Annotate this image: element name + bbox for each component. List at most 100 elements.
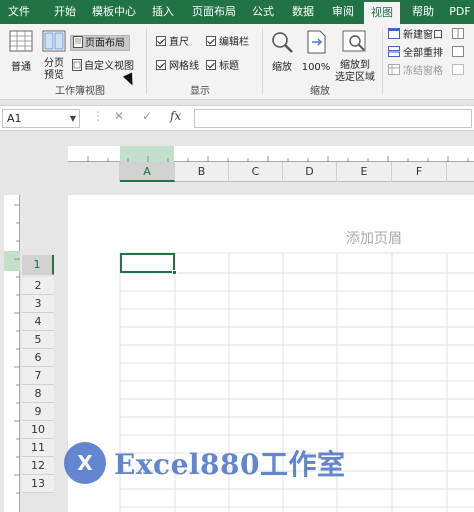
- vertical-ruler[interactable]: [4, 195, 20, 512]
- custom-views-label: 自定义视图: [84, 61, 134, 72]
- custom-views-button[interactable]: 自定义视图: [72, 59, 134, 75]
- mouse-cursor-icon: [122, 72, 138, 88]
- gridlines-label: 网格线: [169, 61, 199, 72]
- ruler-ticks: [87, 156, 469, 162]
- row-header-12[interactable]: 12: [22, 457, 54, 475]
- column-header-c[interactable]: C: [229, 162, 283, 182]
- row-header-4[interactable]: 4: [22, 313, 54, 331]
- normal-view-button[interactable]: 普通: [6, 30, 36, 74]
- formula-bar: A1 ▼ ⋮ ✕ ✓ fx: [0, 105, 474, 131]
- freeze-panes-icon: [388, 64, 400, 75]
- add-header-placeholder[interactable]: 添加页眉: [346, 228, 402, 248]
- checkbox-checked-icon: [206, 36, 216, 46]
- zoom-to-selection-button[interactable]: 缩放到 选定区域: [334, 30, 376, 84]
- name-box-value: A1: [7, 112, 22, 125]
- tab-view[interactable]: 视图: [364, 2, 400, 24]
- row-header-6[interactable]: 6: [22, 349, 54, 367]
- row-header-8[interactable]: 8: [22, 385, 54, 403]
- hide-button[interactable]: [452, 46, 474, 62]
- active-cell-a1[interactable]: [120, 253, 177, 275]
- row-header-5[interactable]: 5: [22, 331, 54, 349]
- freeze-panes-button[interactable]: 冻结窗格: [388, 64, 443, 80]
- row-header-9[interactable]: 9: [22, 403, 54, 421]
- tab-review[interactable]: 审阅: [328, 0, 358, 24]
- name-box[interactable]: A1 ▼: [2, 109, 80, 128]
- chevron-down-icon[interactable]: ▼: [70, 110, 76, 127]
- enter-icon[interactable]: ✓: [142, 109, 152, 123]
- zoom-selection-icon: [342, 30, 366, 52]
- zoom-group-label: 缩放: [310, 86, 330, 97]
- zoom-100-button[interactable]: 100%: [300, 30, 332, 74]
- headings-label: 标题: [219, 61, 239, 72]
- ruler-ticks: [14, 204, 20, 494]
- headings-checkbox[interactable]: 标题: [206, 59, 239, 75]
- watermark: X Excel880工作室: [64, 436, 345, 490]
- column-header-d[interactable]: D: [283, 162, 337, 182]
- hide-icon: [452, 46, 464, 57]
- column-header-b[interactable]: B: [175, 162, 229, 182]
- tab-template-center[interactable]: 模板中心: [90, 0, 138, 24]
- fill-handle[interactable]: [172, 270, 177, 275]
- tab-pdf[interactable]: PDF: [446, 0, 474, 24]
- page-break-icon: [42, 30, 66, 52]
- formula-bar-label: 编辑栏: [219, 37, 249, 48]
- checkbox-checked-icon: [156, 60, 166, 70]
- unhide-button[interactable]: [452, 64, 474, 80]
- horizontal-ruler[interactable]: [68, 146, 474, 162]
- gridlines-checkbox[interactable]: 网格线: [156, 59, 199, 75]
- group-separator: [146, 28, 147, 94]
- normal-view-label: 普通: [11, 62, 31, 73]
- tab-file[interactable]: 文件: [4, 0, 34, 24]
- page-layout-label: 页面布局: [85, 38, 125, 49]
- row-header-10[interactable]: 10: [22, 421, 54, 439]
- row-header-3[interactable]: 3: [22, 295, 54, 313]
- zoom-100-icon: [307, 30, 326, 54]
- column-header-f[interactable]: F: [392, 162, 447, 182]
- row-header-7[interactable]: 7: [22, 367, 54, 385]
- tab-page-layout[interactable]: 页面布局: [190, 0, 238, 24]
- more-options-icon: ⋮: [92, 109, 104, 123]
- row-header-11[interactable]: 11: [22, 439, 54, 457]
- row-header-13[interactable]: 13: [22, 475, 54, 493]
- checkbox-checked-icon: [156, 36, 166, 46]
- page-break-label: 分页 预览: [44, 58, 64, 81]
- cancel-icon[interactable]: ✕: [114, 109, 124, 123]
- group-separator: [262, 28, 263, 94]
- show-group-label: 显示: [190, 86, 210, 97]
- arrange-all-button[interactable]: 全部重排: [388, 46, 443, 62]
- new-window-button[interactable]: 新建窗口: [388, 28, 443, 44]
- split-icon: [452, 28, 464, 39]
- normal-view-icon: [9, 30, 33, 52]
- zoom-selection-label: 缩放到 选定区域: [335, 60, 375, 83]
- tab-formulas[interactable]: 公式: [248, 0, 278, 24]
- tab-insert[interactable]: 插入: [148, 0, 178, 24]
- magnifier-icon: [272, 32, 293, 53]
- page-layout-icon: [73, 36, 83, 48]
- new-window-label: 新建窗口: [403, 30, 443, 41]
- freeze-panes-label: 冻结窗格: [403, 66, 443, 77]
- column-header-a[interactable]: A: [120, 162, 175, 182]
- split-button[interactable]: [452, 28, 474, 44]
- zoom-button[interactable]: 缩放: [268, 30, 296, 74]
- tab-home[interactable]: 开始: [50, 0, 80, 24]
- zoom-100-label: 100%: [301, 62, 331, 73]
- checkbox-checked-icon: [206, 60, 216, 70]
- tab-data[interactable]: 数据: [288, 0, 318, 24]
- watermark-text: Excel880工作室: [114, 448, 346, 481]
- ribbon-tab-bar: 文件 开始 模板中心 插入 页面布局 公式 数据 审阅 视图 帮助 PDF: [0, 0, 474, 24]
- watermark-logo: X: [64, 442, 106, 484]
- custom-views-icon: [72, 59, 82, 71]
- page-layout-view-button[interactable]: 页面布局: [70, 35, 130, 51]
- formula-actions: ⋮ ✕ ✓ fx: [84, 109, 192, 128]
- page-break-preview-button[interactable]: 分页 预览: [40, 30, 68, 82]
- tab-help[interactable]: 帮助: [408, 0, 438, 24]
- formula-input[interactable]: [194, 109, 472, 128]
- ruler-checkbox[interactable]: 直尺: [156, 35, 189, 51]
- formula-bar-checkbox[interactable]: 编辑栏: [206, 35, 249, 51]
- row-header-1[interactable]: 1: [22, 255, 54, 275]
- row-header-2[interactable]: 2: [22, 277, 54, 295]
- column-header-e[interactable]: E: [337, 162, 392, 182]
- insert-function-icon[interactable]: fx: [170, 109, 181, 123]
- workbook-views-group-label: 工作簿视图: [55, 86, 105, 97]
- ribbon: 普通 分页 预览 页面布局 自定义视图 工作簿视图 直尺 编辑栏 网格线 标题 …: [0, 24, 474, 100]
